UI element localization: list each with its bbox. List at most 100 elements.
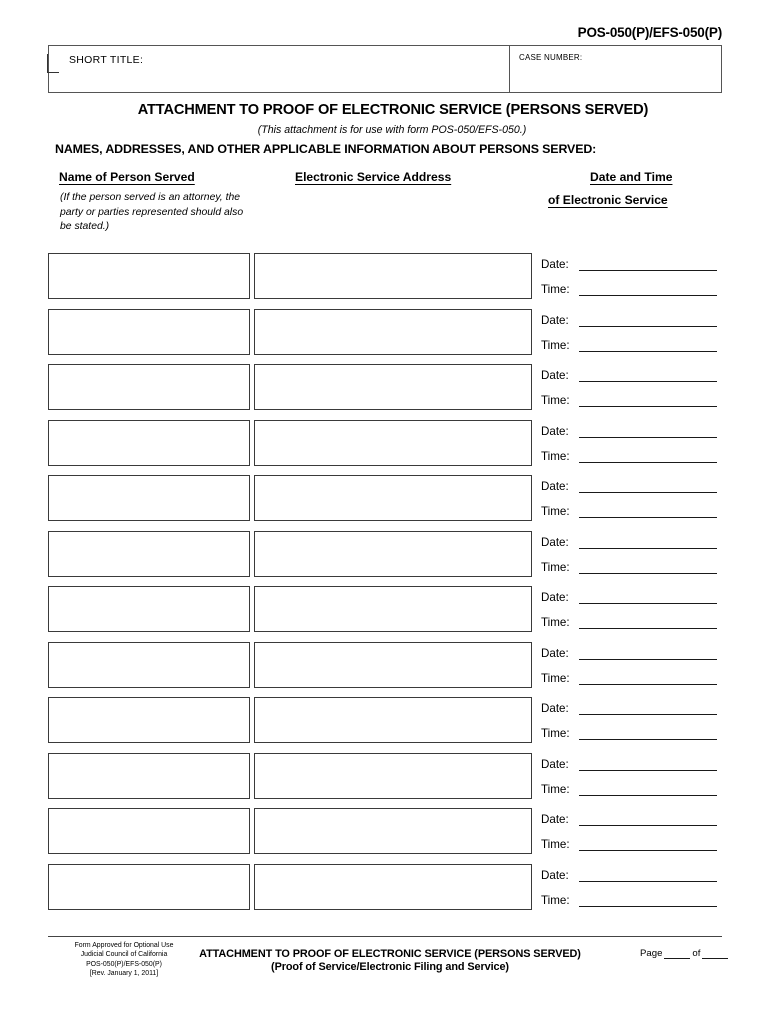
electronic-service-address-field[interactable]: [254, 641, 532, 688]
date-label: Date:: [541, 702, 569, 715]
time-label: Time:: [541, 505, 570, 518]
name-of-person-served-field[interactable]: [48, 419, 250, 466]
table-row: Date: Time:: [0, 253, 770, 299]
table-row: Date: Time:: [0, 697, 770, 743]
time-field[interactable]: [579, 505, 717, 518]
time-line: Time:: [541, 783, 723, 800]
column-header-datetime-line2-text: of Electronic Service: [548, 193, 668, 207]
electronic-service-address-field[interactable]: [254, 475, 532, 521]
date-time-group: Date: Time:: [541, 253, 723, 299]
date-line: Date:: [541, 314, 723, 331]
electronic-service-address-field[interactable]: [254, 586, 532, 632]
footer-divider: [48, 936, 722, 937]
table-row: Date: Time:: [0, 752, 770, 799]
page-current-field[interactable]: [664, 949, 691, 959]
name-of-person-served-field[interactable]: [48, 863, 250, 910]
short-title-label: SHORT TITLE:: [69, 54, 144, 66]
table-row: Date: Time:: [0, 364, 770, 410]
name-of-person-served-field[interactable]: [48, 752, 250, 799]
time-label: Time:: [541, 616, 570, 629]
date-field[interactable]: [579, 758, 717, 771]
date-line: Date:: [541, 258, 723, 275]
table-row: Date: Time:: [0, 808, 770, 854]
time-line: Time:: [541, 283, 723, 300]
date-line: Date:: [541, 591, 723, 608]
column-header-address: Electronic Service Address: [295, 170, 451, 184]
date-line: Date:: [541, 536, 723, 553]
date-field[interactable]: [579, 869, 717, 882]
date-time-group: Date: Time:: [541, 364, 723, 410]
column-header-datetime-line2: of Electronic Service: [548, 193, 668, 207]
section-heading: NAMES, ADDRESSES, AND OTHER APPLICABLE I…: [55, 142, 597, 156]
name-of-person-served-field[interactable]: [48, 475, 250, 521]
time-field[interactable]: [579, 727, 717, 740]
date-field[interactable]: [579, 536, 717, 549]
table-row: Date: Time:: [0, 475, 770, 521]
electronic-service-address-field[interactable]: [254, 364, 532, 410]
time-field[interactable]: [579, 616, 717, 629]
name-of-person-served-field[interactable]: [48, 530, 250, 577]
date-label: Date:: [541, 480, 569, 493]
electronic-service-address-field[interactable]: [254, 697, 532, 743]
time-label: Time:: [541, 283, 570, 296]
date-field[interactable]: [579, 702, 717, 715]
footer-title-line-2: (Proof of Service/Electronic Filing and …: [271, 961, 509, 974]
time-label: Time:: [541, 782, 570, 796]
date-time-group: Date: Time:: [541, 697, 723, 743]
date-field[interactable]: [579, 258, 717, 271]
case-number-label: CASE NUMBER:: [519, 53, 583, 62]
time-field[interactable]: [579, 283, 717, 296]
name-of-person-served-field[interactable]: [48, 253, 250, 299]
name-of-person-served-field[interactable]: [48, 308, 250, 355]
column-header-datetime-line1: Date and Time: [590, 170, 672, 184]
page-title: ATTACHMENT TO PROOF OF ELECTRONIC SERVIC…: [137, 102, 649, 118]
footer-approval-line-3: POS-050(P)/EFS-050(P): [86, 960, 162, 968]
electronic-service-address-field[interactable]: [254, 308, 532, 355]
electronic-service-address-field[interactable]: [254, 530, 532, 577]
date-field[interactable]: [579, 591, 717, 604]
electronic-service-address-field[interactable]: [254, 808, 532, 854]
date-time-group: Date: Time:: [541, 475, 723, 521]
table-row: Date: Time:: [0, 863, 770, 910]
footer-approval-line-1: Form Approved for Optional Use: [74, 942, 174, 949]
column-header-name: Name of Person Served: [59, 170, 195, 184]
name-of-person-served-field[interactable]: [48, 641, 250, 688]
time-field[interactable]: [579, 561, 717, 574]
name-of-person-served-field[interactable]: [48, 808, 250, 854]
time-field[interactable]: [579, 394, 717, 407]
footer-title-line-1: ATTACHMENT TO PROOF OF ELECTRONIC SERVIC…: [199, 948, 581, 960]
column-header-datetime-line1-text: Date and Time: [590, 170, 673, 184]
form-page: POS-050(P)/EFS-050(P) SHORT TITLE: CASE …: [0, 0, 770, 1024]
time-field[interactable]: [579, 894, 717, 907]
corner-bracket-icon: [47, 54, 59, 73]
date-line: Date:: [541, 647, 723, 664]
footer-approval-line-4: [Rev. January 1, 2011]: [89, 970, 159, 978]
page-total-field[interactable]: [702, 949, 729, 959]
column-note-name: (If the person served is an attorney, th…: [60, 192, 244, 233]
electronic-service-address-field[interactable]: [254, 752, 532, 799]
time-field[interactable]: [579, 450, 717, 463]
electronic-service-address-field[interactable]: [254, 419, 532, 466]
time-field[interactable]: [579, 672, 717, 685]
time-field[interactable]: [579, 783, 717, 796]
date-label: Date:: [541, 258, 569, 271]
electronic-service-address-field[interactable]: [254, 863, 532, 910]
footer-title-block: ATTACHMENT TO PROOF OF ELECTRONIC SERVIC…: [185, 948, 595, 975]
date-field[interactable]: [579, 647, 717, 660]
date-field[interactable]: [579, 480, 717, 493]
time-label: Time:: [541, 394, 570, 407]
time-field[interactable]: [579, 838, 717, 851]
time-label: Time:: [541, 449, 570, 463]
time-field[interactable]: [579, 339, 717, 352]
electronic-service-address-field[interactable]: [254, 253, 532, 299]
date-field[interactable]: [579, 425, 717, 438]
date-time-group: Date: Time:: [541, 753, 723, 799]
name-of-person-served-field[interactable]: [48, 697, 250, 743]
name-of-person-served-field[interactable]: [48, 364, 250, 410]
caption-divider: [509, 46, 510, 92]
name-of-person-served-field[interactable]: [48, 586, 250, 632]
page-word: Page: [640, 948, 663, 959]
date-field[interactable]: [579, 314, 717, 327]
date-field[interactable]: [579, 369, 717, 382]
date-field[interactable]: [579, 813, 717, 826]
